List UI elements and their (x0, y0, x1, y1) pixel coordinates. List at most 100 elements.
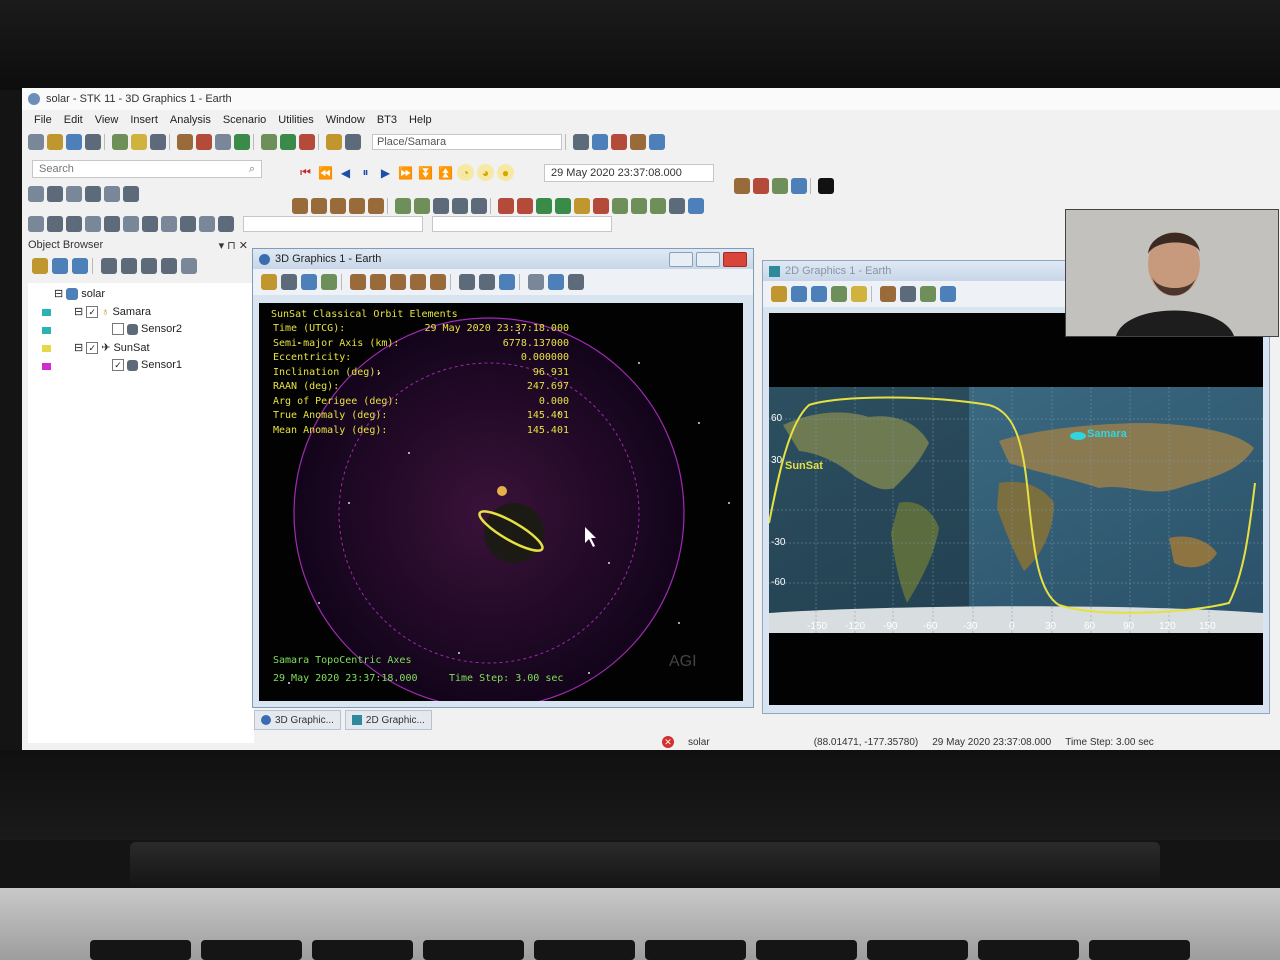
place-pin-icon[interactable] (131, 134, 147, 150)
copy-object-icon[interactable] (121, 258, 137, 274)
projection-icon[interactable] (880, 286, 896, 302)
tree-item-sensor1[interactable]: ✓ Sensor1 (112, 359, 182, 371)
empty-combo-1[interactable] (243, 216, 423, 232)
analysis-tool-icon[interactable] (280, 134, 296, 150)
graphics2d-scene[interactable]: 60 30 -30 -60 -150 -120 -90 -60 -30 0 30… (769, 313, 1263, 705)
comm-icon[interactable] (631, 198, 647, 214)
recent-place-icon[interactable] (345, 134, 361, 150)
left-icon[interactable] (180, 216, 196, 232)
zoom-icon[interactable] (142, 216, 158, 232)
new-scenario-icon[interactable] (28, 134, 44, 150)
paste-icon[interactable] (141, 258, 157, 274)
graph2-icon[interactable] (104, 216, 120, 232)
constellation-icon[interactable] (433, 198, 449, 214)
sensor2-checkbox[interactable] (112, 323, 124, 335)
layout-icon[interactable] (734, 178, 750, 194)
pause-icon[interactable]: ⏸ (357, 164, 374, 181)
figure-of-merit-icon[interactable] (471, 198, 487, 214)
binoculars-icon[interactable] (181, 258, 197, 274)
increase-step-icon[interactable]: ⏫ (437, 164, 454, 181)
error-icon[interactable]: ✕ (662, 736, 674, 748)
tab-2d-graphics[interactable]: 2D Graphic... (344, 710, 432, 730)
map-grid-icon[interactable] (900, 286, 916, 302)
sensor1-checkbox[interactable]: ✓ (112, 359, 124, 371)
coverage-icon[interactable] (452, 198, 468, 214)
grid-icon[interactable] (28, 216, 44, 232)
pin-icon[interactable] (28, 186, 44, 202)
ship-icon[interactable] (330, 198, 346, 214)
reset-animation-icon[interactable]: ⏮ (297, 164, 314, 181)
ruler-icon[interactable] (479, 274, 495, 290)
sensor-icon[interactable] (85, 186, 101, 202)
tree-item-sunsat[interactable]: ⊟ ✓ ✈ SunSat (74, 341, 150, 354)
home-view-icon[interactable] (940, 286, 956, 302)
search-input[interactable]: Search ⌕ (32, 160, 262, 178)
chart2-icon[interactable] (66, 216, 82, 232)
globe-manager-icon[interactable] (299, 134, 315, 150)
search-icon[interactable]: ⌕ (249, 163, 255, 176)
satellite-icon[interactable] (292, 198, 308, 214)
camera-icon[interactable] (85, 216, 101, 232)
samara-checkbox[interactable]: ✓ (86, 305, 99, 318)
planet-icon[interactable] (498, 198, 514, 214)
object-browser-pin-icon[interactable]: ▾ ⊓ ✕ (219, 239, 248, 252)
wing-icon[interactable] (528, 274, 544, 290)
menu-edit[interactable]: Edit (64, 114, 83, 126)
aircraft-icon[interactable] (311, 198, 327, 214)
earth-icon[interactable] (548, 274, 564, 290)
play-backward-icon[interactable]: ◀ (337, 164, 354, 181)
arrow-icon[interactable] (123, 216, 139, 232)
normal-animation-icon[interactable]: ● (497, 164, 514, 181)
close-button[interactable] (723, 252, 747, 267)
snapshot-icon[interactable] (568, 274, 584, 290)
graph-icon[interactable] (196, 134, 212, 150)
chart-icon[interactable] (592, 134, 608, 150)
menu-insert[interactable]: Insert (130, 114, 158, 126)
antenna2-icon[interactable] (47, 216, 63, 232)
refresh-icon[interactable] (611, 134, 627, 150)
lasso-icon[interactable] (161, 216, 177, 232)
tree-item-sensor2[interactable]: Sensor2 (112, 323, 182, 335)
launch-icon[interactable] (669, 198, 685, 214)
color-icon[interactable] (52, 258, 68, 274)
minimize-button[interactable] (669, 252, 693, 267)
map-layers-icon[interactable] (831, 286, 847, 302)
x-real-time-icon[interactable]: ◕ (477, 164, 494, 181)
menu-bt3[interactable]: BT3 (377, 114, 397, 126)
properties-icon[interactable] (771, 286, 787, 302)
display-icon[interactable] (573, 134, 589, 150)
maximize-button[interactable] (696, 252, 720, 267)
window-tile-icon[interactable] (753, 178, 769, 194)
map-details-icon[interactable] (851, 286, 867, 302)
timeline-icon[interactable] (630, 134, 646, 150)
globe-icon[interactable] (791, 178, 807, 194)
zoom-in-icon[interactable] (791, 286, 807, 302)
properties-icon[interactable] (215, 134, 231, 150)
mto-icon[interactable] (612, 198, 628, 214)
collapse-icon[interactable]: ⊟ (74, 305, 83, 318)
find-place-icon[interactable] (326, 134, 342, 150)
menu-view[interactable]: View (95, 114, 119, 126)
menu-window[interactable]: Window (326, 114, 365, 126)
animation-time-field[interactable]: 29 May 2020 23:37:08.000 (544, 164, 714, 182)
tree-item-samara[interactable]: ⊟ ✓ ♁ Samara (74, 305, 151, 318)
map-icon[interactable] (772, 178, 788, 194)
collapse-icon[interactable]: ⊟ (74, 341, 83, 354)
open-folder-icon[interactable] (47, 134, 63, 150)
menu-utilities[interactable]: Utilities (278, 114, 313, 126)
vector-tool-icon[interactable] (261, 134, 277, 150)
satellite-view-icon[interactable] (390, 274, 406, 290)
insert-object-icon[interactable] (112, 134, 128, 150)
menu-help[interactable]: Help (409, 114, 432, 126)
area-target-icon[interactable] (395, 198, 411, 214)
menu-analysis[interactable]: Analysis (170, 114, 211, 126)
report-icon[interactable] (177, 134, 193, 150)
radar-icon[interactable] (650, 198, 666, 214)
zoom-icon[interactable] (301, 274, 317, 290)
decrease-step-icon[interactable]: ⏬ (417, 164, 434, 181)
black-window-icon[interactable] (818, 178, 834, 194)
new-object-icon[interactable] (32, 258, 48, 274)
measure-icon[interactable] (459, 274, 475, 290)
step-back-icon[interactable]: ⏪ (317, 164, 334, 181)
access-icon[interactable] (234, 134, 250, 150)
